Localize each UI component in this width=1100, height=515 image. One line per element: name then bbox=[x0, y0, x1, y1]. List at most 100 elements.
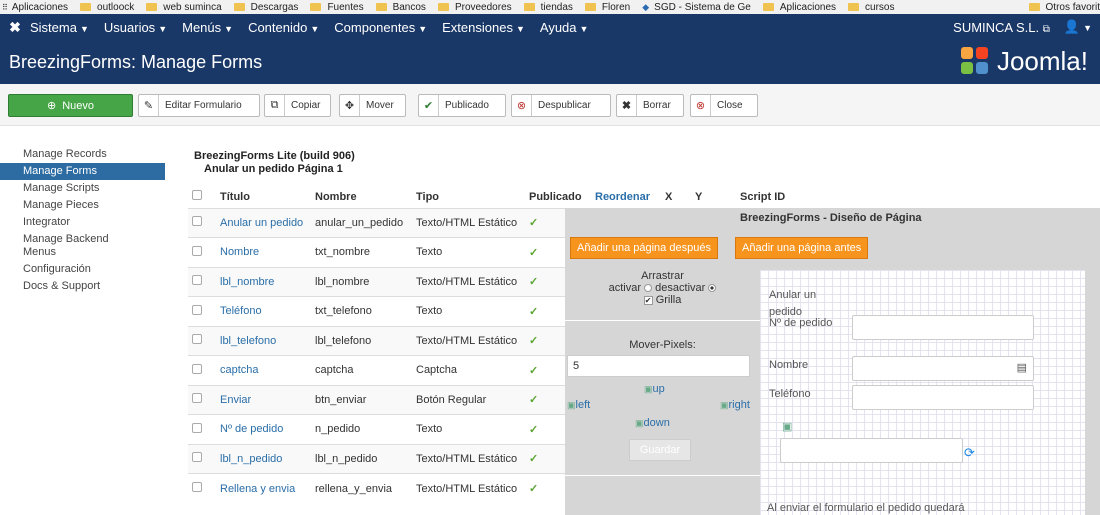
menu-extensiones[interactable]: Extensiones ▼ bbox=[442, 20, 525, 35]
canvas-heading-line1[interactable]: Anular un bbox=[769, 289, 816, 301]
row-title-link[interactable]: lbl_nombre bbox=[216, 266, 311, 297]
canvas-label-phone[interactable]: Teléfono bbox=[769, 388, 811, 400]
grid-checkbox[interactable]: ✔ bbox=[643, 295, 653, 305]
row-checkbox[interactable] bbox=[192, 216, 202, 227]
site-link[interactable]: SUMINCA S.L. ⧉ bbox=[953, 20, 1050, 35]
sidebar-item-docs-support[interactable]: Docs & Support bbox=[0, 278, 165, 295]
row-title-link[interactable]: Enviar bbox=[216, 384, 311, 415]
bookmark-item[interactable]: Fuentes bbox=[310, 2, 364, 13]
refresh-captcha-icon[interactable]: ⟳ bbox=[964, 445, 975, 461]
move-button[interactable]: ✥ Mover bbox=[339, 94, 406, 117]
row-title-link[interactable]: Teléfono bbox=[216, 296, 311, 326]
col-reorder[interactable]: Reordenar bbox=[591, 186, 661, 208]
add-page-before-button[interactable]: Añadir una página antes bbox=[735, 237, 869, 259]
col-type[interactable]: Tipo bbox=[412, 186, 525, 208]
published-check-icon[interactable]: ✓ bbox=[529, 453, 538, 465]
nudge-up[interactable]: ▣up bbox=[644, 383, 665, 395]
save-position-button[interactable]: Guardar bbox=[629, 439, 691, 461]
canvas-footer-text[interactable]: Al enviar el formulario el pedido quedar… bbox=[767, 502, 965, 514]
published-check-icon[interactable]: ✓ bbox=[529, 217, 538, 229]
bookmark-item[interactable]: tiendas bbox=[523, 2, 573, 13]
row-checkbox[interactable] bbox=[192, 422, 202, 433]
row-title-link[interactable]: captcha bbox=[216, 355, 311, 385]
canvas-label-name[interactable]: Nombre bbox=[769, 359, 808, 371]
published-check-icon[interactable]: ✓ bbox=[529, 365, 538, 377]
row-checkbox[interactable] bbox=[192, 334, 202, 345]
canvas-label-order[interactable]: Nº de pedido bbox=[769, 317, 832, 329]
select-all-checkbox[interactable] bbox=[192, 190, 202, 201]
nudge-right[interactable]: ▣right bbox=[720, 399, 750, 411]
copy-button[interactable]: ⧉ Copiar bbox=[264, 94, 331, 117]
sidebar-item-manage-records[interactable]: Manage Records bbox=[0, 146, 165, 163]
canvas-name-field[interactable]: ▤ bbox=[852, 356, 1034, 381]
row-select-cell bbox=[188, 355, 216, 385]
deactivate-radio[interactable] bbox=[708, 284, 717, 293]
sidebar-item-manage-pieces[interactable]: Manage Pieces bbox=[0, 197, 165, 214]
row-title-link[interactable]: Nº de pedido bbox=[216, 414, 311, 444]
row-checkbox[interactable] bbox=[192, 393, 202, 404]
row-checkbox[interactable] bbox=[192, 482, 202, 492]
col-title[interactable]: Título bbox=[216, 186, 311, 208]
sidebar-item-configuracion[interactable]: Configuración bbox=[0, 261, 165, 278]
menu-ayuda[interactable]: Ayuda ▼ bbox=[540, 20, 589, 35]
sidebar-item-backend-menus[interactable]: Manage Backend Menus bbox=[0, 231, 115, 261]
menu-componentes[interactable]: Componentes ▼ bbox=[334, 20, 427, 35]
add-page-after-button[interactable]: Añadir una página después bbox=[570, 237, 718, 259]
published-check-icon[interactable]: ✓ bbox=[529, 276, 538, 288]
bookmark-item[interactable]: Proveedores bbox=[437, 2, 512, 13]
bookmark-item[interactable]: cursos bbox=[848, 2, 894, 13]
menu-menus[interactable]: Menús ▼ bbox=[182, 20, 233, 35]
nudge-down[interactable]: ▣down bbox=[635, 417, 670, 429]
col-name[interactable]: Nombre bbox=[311, 186, 412, 208]
bookmark-other[interactable]: Otros favorit bbox=[1024, 0, 1100, 14]
canvas-order-field[interactable] bbox=[852, 315, 1034, 340]
menu-usuarios[interactable]: Usuarios ▼ bbox=[104, 20, 167, 35]
nudge-left[interactable]: ▣left bbox=[567, 399, 590, 411]
published-check-icon[interactable]: ✓ bbox=[529, 424, 538, 436]
bookmark-item[interactable]: outloock bbox=[80, 2, 134, 13]
published-check-icon[interactable]: ✓ bbox=[529, 483, 538, 495]
row-title-link[interactable]: Rellena y envia bbox=[216, 473, 311, 503]
sidebar-item-integrator[interactable]: Integrator bbox=[0, 214, 165, 231]
sidebar-item-manage-forms[interactable]: Manage Forms bbox=[0, 163, 165, 180]
bookmark-apps[interactable]: ⠿ Aplicaciones bbox=[0, 2, 68, 13]
joomla-x-icon[interactable]: ✖ bbox=[0, 19, 30, 36]
delete-button[interactable]: ✖ Borrar bbox=[616, 94, 684, 117]
row-checkbox[interactable] bbox=[192, 363, 202, 374]
menu-contenido[interactable]: Contenido ▼ bbox=[248, 20, 319, 35]
published-check-icon[interactable]: ✓ bbox=[529, 247, 538, 259]
unpublish-button[interactable]: ⊗ Despublicar bbox=[511, 94, 611, 117]
published-check-icon[interactable]: ✓ bbox=[529, 306, 538, 318]
row-title-link[interactable]: lbl_telefono bbox=[216, 325, 311, 356]
bookmark-item[interactable]: Floren bbox=[584, 2, 630, 13]
move-pixels-input[interactable]: 5 bbox=[567, 355, 750, 377]
edit-form-button[interactable]: ✎ Editar Formulario bbox=[138, 94, 260, 117]
bookmark-item[interactable]: Bancos bbox=[375, 2, 426, 13]
publish-button[interactable]: ✔ Publicado bbox=[418, 94, 506, 117]
captcha-input[interactable] bbox=[780, 438, 963, 463]
published-check-icon[interactable]: ✓ bbox=[529, 335, 538, 347]
activate-radio[interactable] bbox=[644, 284, 653, 293]
col-published[interactable]: Publicado bbox=[525, 186, 591, 208]
row-checkbox[interactable] bbox=[192, 275, 202, 286]
row-checkbox[interactable] bbox=[192, 452, 202, 463]
sidebar-item-manage-scripts[interactable]: Manage Scripts bbox=[0, 180, 165, 197]
canvas-phone-field[interactable] bbox=[852, 385, 1034, 410]
bookmark-item[interactable]: web suminca bbox=[146, 2, 222, 13]
row-title-link[interactable]: Anular un pedido bbox=[216, 207, 311, 238]
user-menu[interactable]: 👤 ▼ bbox=[1064, 19, 1092, 35]
bookmark-item[interactable]: Aplicaciones bbox=[762, 2, 836, 13]
bookmark-item[interactable]: ◆ SGD - Sistema de Ge bbox=[642, 2, 751, 13]
published-check-icon[interactable]: ✓ bbox=[529, 394, 538, 406]
bookmark-label: outloock bbox=[97, 1, 135, 13]
close-button[interactable]: ⊗ Close bbox=[690, 94, 758, 117]
bookmark-item[interactable]: Descargas bbox=[233, 2, 298, 13]
row-title-link[interactable]: lbl_n_pedido bbox=[216, 443, 311, 474]
menu-sistema[interactable]: Sistema ▼ bbox=[30, 20, 89, 35]
row-title-link[interactable]: Nombre bbox=[216, 237, 311, 267]
design-canvas[interactable]: Anular un pedido Nº de pedido Nombre ▤ T… bbox=[760, 270, 1085, 515]
new-button[interactable]: ⊕ Nuevo bbox=[8, 94, 133, 117]
row-checkbox[interactable] bbox=[192, 304, 202, 315]
folder-icon bbox=[375, 3, 387, 11]
row-checkbox[interactable] bbox=[192, 245, 202, 256]
